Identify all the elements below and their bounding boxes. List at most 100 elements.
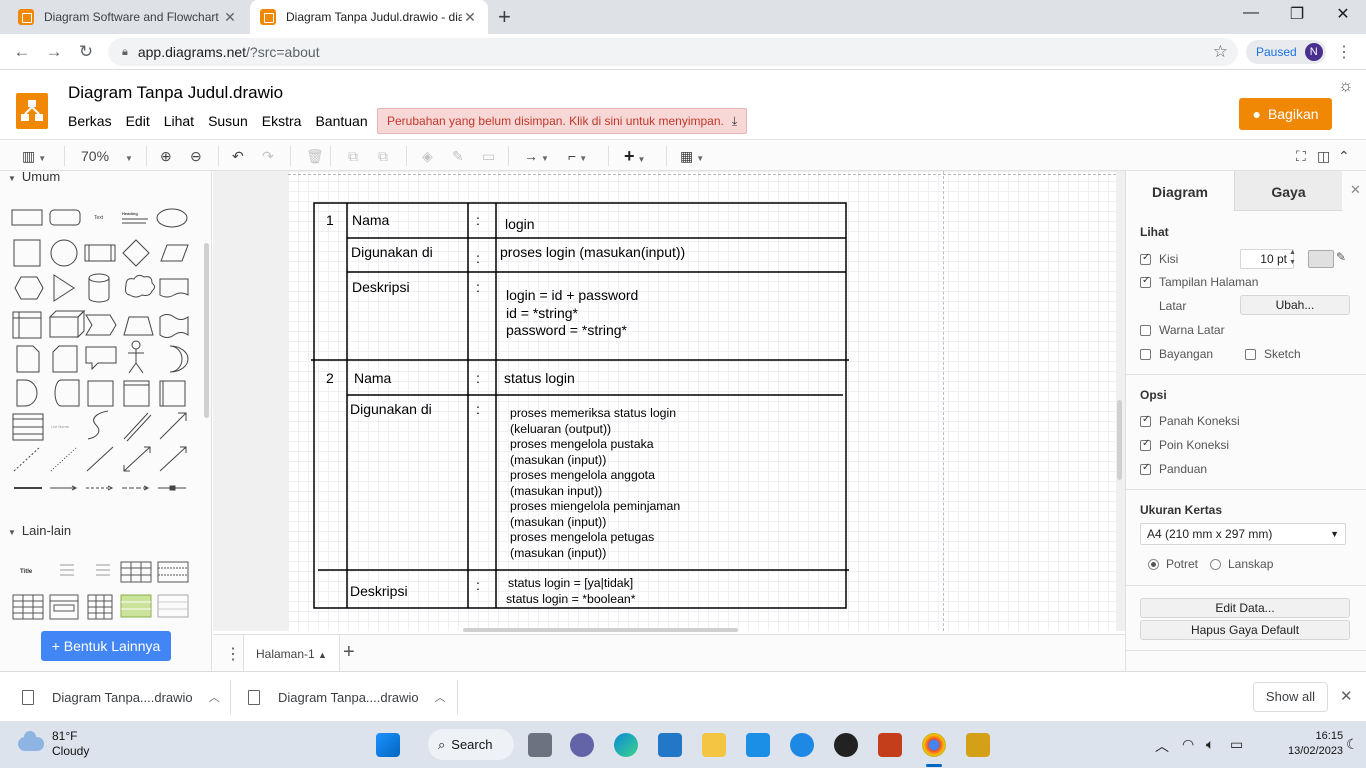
close-tab-icon[interactable]: ✕	[222, 9, 238, 26]
row1-colon-used[interactable]: :	[476, 250, 480, 266]
canvas-horizontal-scrollbar[interactable]	[463, 628, 738, 632]
row1-name-label[interactable]: Nama	[352, 212, 389, 228]
back-arrow-icon[interactable]: ←	[10, 40, 34, 64]
format-panel-toggle-icon[interactable]: ◫	[1317, 147, 1330, 165]
sidebar-scrollbar[interactable]	[204, 243, 209, 418]
battery-icon[interactable]: ▭	[1230, 736, 1243, 753]
file-explorer-icon[interactable]	[702, 733, 726, 757]
task-view-icon[interactable]	[528, 733, 552, 757]
windows-start-icon[interactable]	[376, 733, 400, 757]
edit-color-icon[interactable]: ✎	[1336, 250, 1346, 264]
browser-tab-diagram-software[interactable]: Diagram Software and Flowchart ✕	[8, 0, 248, 34]
tab-style[interactable]: Gaya	[1234, 171, 1342, 211]
theme-sun-icon[interactable]: ☼	[1338, 76, 1354, 96]
microsoft-store-icon[interactable]	[746, 733, 770, 757]
close-downloads-icon[interactable]: ✕	[1340, 687, 1353, 705]
unsaved-changes-notice[interactable]: Perubahan yang belum disimpan. Klik di s…	[377, 108, 748, 134]
canvas-vertical-scrollbar[interactable]	[1117, 400, 1122, 480]
moon-icon[interactable]: ☾	[1346, 736, 1359, 753]
line-color-icon[interactable]: ✎	[452, 147, 464, 165]
connection-arrows-checkbox[interactable]: Panah Koneksi	[1140, 414, 1240, 428]
to-back-icon[interactable]: ⧉	[378, 147, 388, 165]
delete-icon[interactable]: 🗑︎	[306, 147, 324, 165]
download-item[interactable]: Diagram Tanpa....drawio ︿	[22, 672, 220, 722]
vscode-icon[interactable]	[658, 733, 682, 757]
menu-arrange[interactable]: Susun	[208, 113, 248, 129]
page-tab[interactable]: Halaman-1 ▲	[243, 635, 340, 671]
to-front-icon[interactable]: ⧉	[348, 147, 358, 165]
menu-file[interactable]: Berkas	[68, 113, 112, 129]
sketch-checkbox[interactable]: Sketch	[1245, 347, 1301, 361]
change-background-button[interactable]: Ubah...	[1240, 295, 1350, 315]
menu-extras[interactable]: Ekstra	[262, 113, 302, 129]
menu-help[interactable]: Bantuan	[315, 113, 367, 129]
row2-name-label[interactable]: Nama	[354, 370, 391, 386]
connection-points-checkbox[interactable]: Poin Koneksi	[1140, 438, 1229, 452]
zoom-dropdown[interactable]: 70% ▼	[81, 147, 133, 165]
reload-icon[interactable]: ↻	[74, 40, 98, 64]
menu-edit[interactable]: Edit	[126, 113, 150, 129]
chevron-up-icon[interactable]: ︿	[209, 689, 220, 705]
row1-desc-label[interactable]: Deskripsi	[352, 279, 410, 295]
zoom-in-icon[interactable]: ⊕	[160, 147, 172, 165]
bookmark-star-icon[interactable]: ☆	[1213, 42, 1228, 62]
row2-number[interactable]: 2	[326, 370, 334, 386]
menu-view[interactable]: Lihat	[164, 113, 194, 129]
undo-icon[interactable]: ↶	[232, 147, 244, 165]
tray-chevron-icon[interactable]: ︿	[1155, 736, 1169, 756]
clear-default-style-button[interactable]: Hapus Gaya Default	[1140, 620, 1350, 640]
edit-data-button[interactable]: Edit Data...	[1140, 598, 1350, 618]
landscape-radio[interactable]: Lanskap	[1210, 557, 1273, 571]
zoom-out-icon[interactable]: ⊖	[190, 147, 202, 165]
close-tab-icon[interactable]: ✕	[462, 9, 478, 26]
view-panels-icon[interactable]: ▥ ▼	[22, 147, 46, 165]
table-icon[interactable]: ▦ ▼	[680, 147, 704, 165]
row2-desc-value[interactable]: status login = [ya|tidak] status login =…	[506, 576, 636, 607]
general-shapes-palette[interactable]: Text Heading List Name	[8, 199, 198, 499]
powerpoint-icon[interactable]	[878, 733, 902, 757]
row1-colon-desc[interactable]: :	[476, 279, 480, 295]
grid-color-swatch[interactable]	[1308, 250, 1334, 268]
misc-shapes-palette[interactable]: Title	[8, 553, 198, 623]
row2-colon-used[interactable]: :	[476, 401, 480, 417]
paper-size-select[interactable]: A4 (210 mm x 297 mm) ▼	[1140, 523, 1346, 545]
row1-name-value[interactable]: login	[505, 216, 535, 232]
connection-arrow-icon[interactable]: → ▼	[524, 147, 549, 165]
wifi-icon[interactable]: ◠	[1182, 736, 1194, 753]
chrome-icon[interactable]	[922, 733, 946, 757]
fullscreen-icon[interactable]: ⛶	[1296, 147, 1306, 165]
weather-widget[interactable]: 81°F Cloudy	[18, 729, 89, 759]
grid-checkbox[interactable]: Kisi	[1140, 252, 1178, 266]
grid-size-stepper[interactable]: ▲ ▼	[1289, 248, 1296, 268]
collapse-chevron-icon[interactable]: ⌃	[1338, 147, 1350, 165]
close-icon[interactable]: ✕	[1350, 182, 1361, 198]
row2-desc-label[interactable]: Deskripsi	[350, 583, 408, 599]
address-bar[interactable]: 🔒︎ app.diagrams.net/?src=about ☆	[108, 38, 1238, 66]
show-all-button[interactable]: Show all	[1253, 682, 1328, 712]
section-misc-header[interactable]: ▼ Lain-lain	[8, 523, 71, 538]
restore-icon[interactable]: ❐	[1282, 4, 1312, 24]
section-general-header[interactable]: ▼ Umum	[8, 171, 60, 184]
more-shapes-button[interactable]: + Bentuk Lainnya	[41, 631, 171, 661]
shadow-icon[interactable]: ▭	[482, 147, 495, 165]
new-tab-plus-icon[interactable]: +	[498, 4, 511, 30]
page-view-checkbox[interactable]: Tampilan Halaman	[1140, 275, 1258, 289]
row1-number[interactable]: 1	[326, 212, 334, 228]
row2-colon-desc[interactable]: :	[476, 577, 480, 593]
row1-used-value[interactable]: proses login (masukan(input))	[500, 244, 685, 260]
browser-menu-icon[interactable]: ⋮	[1336, 42, 1352, 62]
minimize-icon[interactable]: —	[1236, 4, 1266, 22]
insert-plus-icon[interactable]: + ▼	[624, 147, 645, 165]
fill-color-icon[interactable]: ◈	[422, 147, 433, 165]
help-app-icon[interactable]	[790, 733, 814, 757]
bg-color-checkbox[interactable]: Warna Latar	[1140, 323, 1225, 337]
redo-icon[interactable]: ↷	[262, 147, 274, 165]
github-icon[interactable]	[834, 733, 858, 757]
portrait-radio[interactable]: Potret	[1148, 557, 1198, 571]
shadow-checkbox[interactable]: Bayangan	[1140, 347, 1213, 361]
edge-browser-icon[interactable]	[614, 733, 638, 757]
waypoints-icon[interactable]: ⌐ ▼	[568, 147, 587, 165]
document-title[interactable]: Diagram Tanpa Judul.drawio	[68, 83, 283, 103]
volume-icon[interactable]: 🔈︎	[1206, 736, 1214, 753]
archive-app-icon[interactable]	[966, 733, 990, 757]
